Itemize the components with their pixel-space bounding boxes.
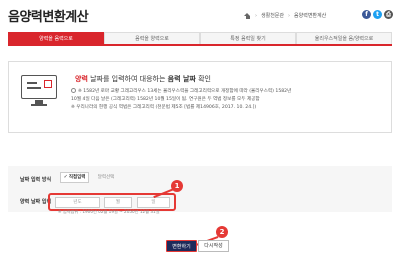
step-badge-2: 2 <box>216 226 228 238</box>
tab-lunar-to-solar[interactable]: 음력을 양력으로 <box>104 32 200 44</box>
input-method-label: 날짜 입력 방식 <box>20 177 52 183</box>
info-note: ※ 1582년 로마 교황 그레고리우스 13세는 율리우스력을 그레고리력으로… <box>71 88 291 94</box>
day-input[interactable]: 일 <box>137 197 170 208</box>
convert-button[interactable]: 변환하기 <box>166 240 197 252</box>
clock-icon <box>71 88 76 93</box>
tab-find-lunar-day[interactable]: 특정 음력일 찾기 <box>200 32 296 44</box>
breadcrumb-item[interactable]: 생활천문관 <box>261 12 284 19</box>
direct-input-option[interactable]: ✓직접입력 <box>60 172 89 183</box>
home-icon[interactable] <box>244 12 251 19</box>
calendar-select-option[interactable]: 달력선택 <box>92 172 120 183</box>
info-note: ※ 우리나라의 현행 공식 역법은 그레고리력 (천문법 제5조 [법률 제14… <box>71 105 257 110</box>
year-input[interactable]: 년도 <box>55 197 100 208</box>
tab-julian-day[interactable]: 율리우스적일을 음/양력으로 <box>296 32 392 44</box>
tab-solar-to-lunar[interactable]: 양력을 음력으로 <box>8 32 104 44</box>
step-badge-1: 1 <box>171 180 183 192</box>
month-input[interactable]: 월 <box>104 197 132 208</box>
tab-bar: 양력을 음력으로 음력을 양력으로 특정 음력일 찾기 율리우스적일을 음/양력… <box>8 32 392 46</box>
facebook-share-icon[interactable]: f <box>362 10 371 19</box>
calendar-monitor-icon <box>21 75 57 99</box>
info-note: 10월 4일 다음 날은 (그레고리력) 1582년 10월 15일이 됨. 연… <box>71 97 260 102</box>
print-icon[interactable]: ⎙ <box>384 10 393 19</box>
check-icon: ✓ <box>63 174 68 180</box>
page-title: 음양력변환계산 <box>8 10 89 25</box>
twitter-share-icon[interactable]: t <box>373 10 382 19</box>
breadcrumb: › 생활천문관 › 음양력변환계산 <box>244 12 326 19</box>
info-box: 양력 날짜를 입력하여 대응하는 음력 날짜 확인 ※ 1582년 로마 교황 … <box>8 61 392 133</box>
date-input-label: 양력 날짜 입력 <box>20 199 52 205</box>
reset-button[interactable]: 다시작성 <box>198 240 229 252</box>
info-headline: 양력 날짜를 입력하여 대응하는 음력 날짜 확인 <box>75 75 211 83</box>
breadcrumb-item[interactable]: 음양력변환계산 <box>294 12 326 19</box>
input-range-hint: ※ 입력범위 : 1900년 02월 19일 ~ 2050년 12월 31일 <box>58 209 160 214</box>
